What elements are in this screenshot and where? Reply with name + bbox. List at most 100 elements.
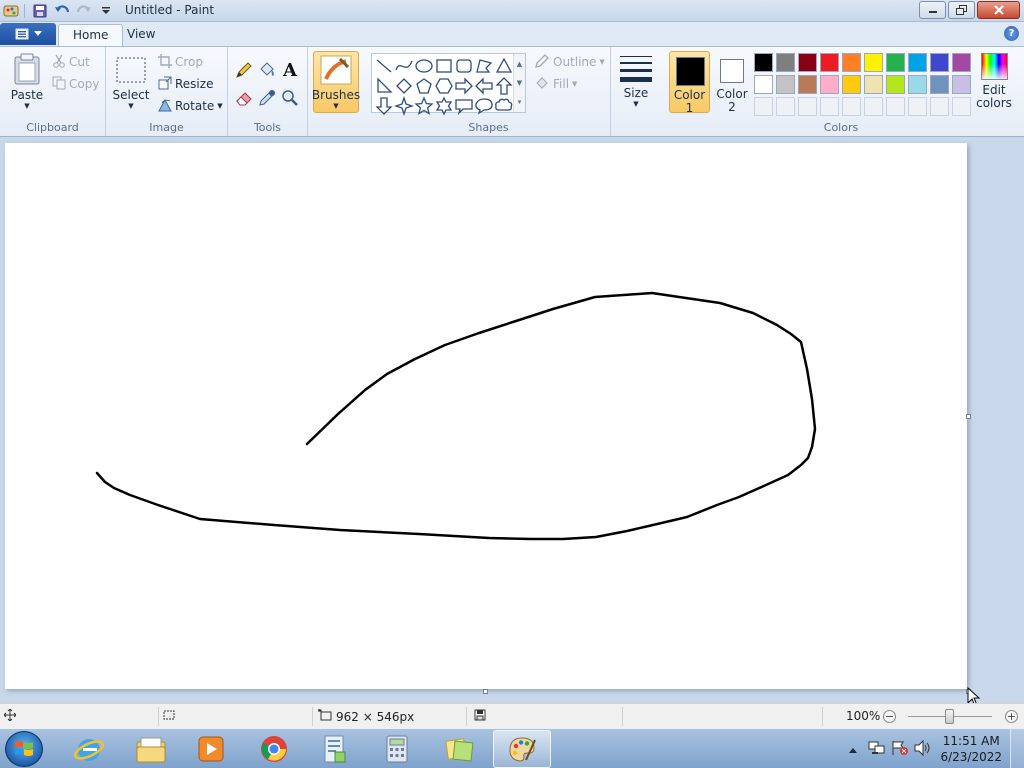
palette-swatch-1-1[interactable] bbox=[754, 53, 773, 72]
palette-custom-slot-9[interactable] bbox=[930, 97, 949, 116]
palette-swatch-1-8[interactable] bbox=[908, 53, 927, 72]
undo-icon[interactable] bbox=[53, 2, 71, 20]
scroll-down-icon[interactable]: ▼ bbox=[517, 79, 522, 87]
taskbar-calculator[interactable] bbox=[368, 730, 426, 768]
paste-button[interactable]: Paste ▼ bbox=[8, 53, 46, 110]
resize-handle-right[interactable] bbox=[966, 414, 971, 419]
copy-button[interactable]: Copy bbox=[52, 74, 99, 94]
zoom-slider-thumb[interactable] bbox=[945, 709, 954, 724]
customize-qat-icon[interactable] bbox=[97, 2, 115, 20]
palette-swatch-1-7[interactable] bbox=[886, 53, 905, 72]
taskbar-document-app[interactable] bbox=[305, 730, 363, 768]
five-point-star-shape-icon[interactable] bbox=[414, 96, 434, 116]
paint-menu-button[interactable] bbox=[0, 23, 56, 45]
rectangle-shape-icon[interactable] bbox=[434, 56, 454, 76]
palette-custom-slot-6[interactable] bbox=[864, 97, 883, 116]
size-button[interactable]: Size ▼ bbox=[617, 53, 655, 108]
show-desktop-button[interactable] bbox=[1010, 729, 1024, 768]
taskbar-paint[interactable] bbox=[493, 730, 551, 768]
outline-button[interactable]: Outline ▼ bbox=[534, 52, 605, 72]
right-triangle-shape-icon[interactable] bbox=[374, 76, 394, 96]
palette-swatch-2-5[interactable] bbox=[842, 75, 861, 94]
minimize-button[interactable] bbox=[919, 1, 946, 19]
palette-swatch-1-5[interactable] bbox=[842, 53, 861, 72]
palette-swatch-1-3[interactable] bbox=[798, 53, 817, 72]
shapes-scroll[interactable]: ▲ ▼ ▾ bbox=[513, 54, 525, 112]
volume-icon[interactable] bbox=[914, 739, 932, 759]
zoom-in-button[interactable]: + bbox=[1005, 710, 1018, 723]
diamond-shape-icon[interactable] bbox=[394, 76, 414, 96]
six-point-star-shape-icon[interactable] bbox=[434, 96, 454, 116]
palette-custom-slot-7[interactable] bbox=[886, 97, 905, 116]
pencil-icon[interactable] bbox=[233, 59, 255, 81]
line-shape-icon[interactable] bbox=[374, 56, 394, 76]
edit-colors-button[interactable]: Edit colors bbox=[975, 53, 1013, 115]
palette-custom-slot-3[interactable] bbox=[798, 97, 817, 116]
eraser-icon[interactable] bbox=[233, 87, 255, 109]
color-picker-icon[interactable] bbox=[256, 87, 278, 109]
hexagon-shape-icon[interactable] bbox=[434, 76, 454, 96]
pentagon-shape-icon[interactable] bbox=[414, 76, 434, 96]
palette-custom-slot-2[interactable] bbox=[776, 97, 795, 116]
taskbar-internet-explorer[interactable] bbox=[60, 730, 118, 768]
right-arrow-shape-icon[interactable] bbox=[454, 76, 474, 96]
rounded-rectangle-shape-icon[interactable] bbox=[454, 56, 474, 76]
palette-swatch-2-2[interactable] bbox=[776, 75, 795, 94]
fill-bucket-icon[interactable] bbox=[256, 59, 278, 81]
up-arrow-shape-icon[interactable] bbox=[494, 76, 514, 96]
palette-swatch-1-2[interactable] bbox=[776, 53, 795, 72]
action-center-flag-icon[interactable] bbox=[891, 740, 909, 759]
palette-swatch-2-1[interactable] bbox=[754, 75, 773, 94]
taskbar-file-explorer[interactable] bbox=[122, 730, 180, 768]
palette-custom-slot-5[interactable] bbox=[842, 97, 861, 116]
drawing-canvas[interactable] bbox=[5, 143, 967, 689]
palette-swatch-2-9[interactable] bbox=[930, 75, 949, 94]
save-icon[interactable] bbox=[31, 2, 49, 20]
polygon-shape-icon[interactable] bbox=[474, 56, 494, 76]
palette-swatch-1-4[interactable] bbox=[820, 53, 839, 72]
palette-custom-slot-8[interactable] bbox=[908, 97, 927, 116]
palette-swatch-2-4[interactable] bbox=[820, 75, 839, 94]
rotate-button[interactable]: Rotate ▼ bbox=[158, 96, 223, 116]
taskbar-sticky-notes[interactable] bbox=[430, 730, 488, 768]
fill-button[interactable]: Fill ▼ bbox=[534, 74, 577, 94]
left-arrow-shape-icon[interactable] bbox=[474, 76, 494, 96]
palette-swatch-2-7[interactable] bbox=[886, 75, 905, 94]
paint-app-icon[interactable] bbox=[3, 3, 19, 19]
show-hidden-icons-icon[interactable] bbox=[848, 743, 858, 757]
brushes-button[interactable]: Brushes ▼ bbox=[312, 51, 360, 113]
color2-button[interactable]: Color 2 bbox=[712, 51, 752, 114]
palette-swatch-2-10[interactable] bbox=[952, 75, 971, 94]
resize-button[interactable]: Resize bbox=[158, 74, 213, 94]
crop-button[interactable]: Crop bbox=[158, 52, 203, 72]
select-button[interactable]: Select ▼ bbox=[112, 55, 150, 110]
text-tool-icon[interactable]: A bbox=[279, 59, 301, 81]
palette-swatch-2-6[interactable] bbox=[864, 75, 883, 94]
palette-swatch-2-8[interactable] bbox=[908, 75, 927, 94]
redo-icon[interactable] bbox=[75, 2, 93, 20]
palette-swatch-2-3[interactable] bbox=[798, 75, 817, 94]
cloud-callout-shape-icon[interactable] bbox=[494, 96, 514, 116]
close-button[interactable] bbox=[977, 1, 1020, 19]
palette-swatch-1-10[interactable] bbox=[952, 53, 971, 72]
system-clock[interactable]: 11:51 AM 6/23/2022 bbox=[940, 733, 1002, 765]
network-icon[interactable] bbox=[868, 740, 886, 759]
cut-button[interactable]: Cut bbox=[52, 52, 90, 72]
palette-custom-slot-10[interactable] bbox=[952, 97, 971, 116]
help-icon[interactable]: ? bbox=[1004, 26, 1019, 41]
triangle-shape-icon[interactable] bbox=[494, 56, 514, 76]
taskbar-chrome[interactable] bbox=[245, 730, 303, 768]
palette-custom-slot-4[interactable] bbox=[820, 97, 839, 116]
palette-swatch-1-9[interactable] bbox=[930, 53, 949, 72]
palette-swatch-1-6[interactable] bbox=[864, 53, 883, 72]
expand-gallery-icon[interactable]: ▾ bbox=[518, 98, 522, 106]
oval-callout-shape-icon[interactable] bbox=[474, 96, 494, 116]
curve-shape-icon[interactable] bbox=[394, 56, 414, 76]
zoom-out-button[interactable]: − bbox=[883, 710, 896, 723]
resize-handle-bottom[interactable] bbox=[483, 689, 488, 694]
magnifier-icon[interactable] bbox=[279, 87, 301, 109]
restore-button[interactable] bbox=[948, 1, 975, 19]
oval-shape-icon[interactable] bbox=[414, 56, 434, 76]
down-arrow-shape-icon[interactable] bbox=[374, 96, 394, 116]
color1-button[interactable]: Color 1 bbox=[669, 51, 710, 115]
